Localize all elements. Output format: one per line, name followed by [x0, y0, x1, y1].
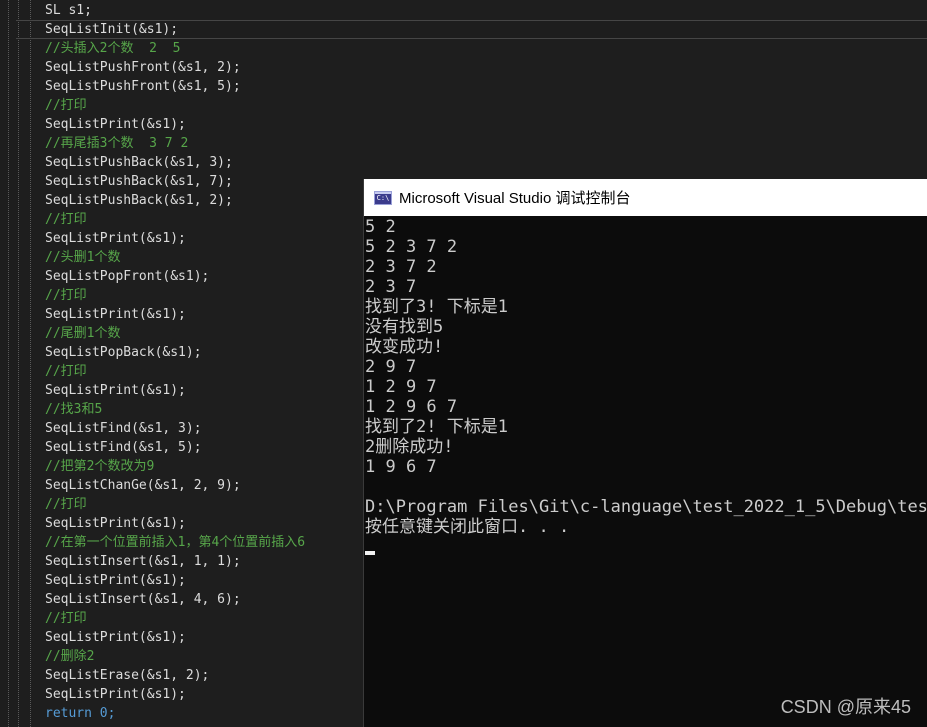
code-line[interactable]: SeqListErase(&s1, 2);: [36, 666, 209, 685]
indent-guide: [8, 0, 9, 727]
code-comment-line[interactable]: //删除2: [36, 647, 94, 666]
code-line[interactable]: SeqListInsert(&s1, 1, 1);: [36, 552, 241, 571]
code-comment-line[interactable]: //打印: [36, 495, 87, 514]
code-line[interactable]: SeqListPushBack(&s1, 3);: [36, 153, 233, 172]
code-comment-line[interactable]: //打印: [36, 210, 87, 229]
code-line[interactable]: return 0;: [36, 704, 115, 723]
console-output-line: 找到了2! 下标是1: [365, 417, 508, 437]
code-comment-line[interactable]: //打印: [36, 96, 87, 115]
console-output-line: 2 9 7: [365, 357, 417, 377]
code-line[interactable]: SeqListFind(&s1, 3);: [36, 419, 202, 438]
code-line[interactable]: SeqListFind(&s1, 5);: [36, 438, 202, 457]
console-output-line: 1 2 9 7: [365, 377, 437, 397]
indent-guide: [18, 0, 19, 727]
code-line[interactable]: SeqListPushFront(&s1, 5);: [36, 77, 241, 96]
editor-gutter: [0, 0, 36, 727]
code-comment-line[interactable]: //打印: [36, 609, 87, 628]
code-line[interactable]: SeqListPopFront(&s1);: [36, 267, 209, 286]
console-output-line: 2删除成功!: [365, 437, 454, 457]
console-output-line: 改变成功!: [365, 337, 444, 357]
console-output-line: 1 9 6 7: [365, 457, 437, 477]
console-output-line: 2 3 7: [365, 277, 417, 297]
console-output-line: 5 2: [365, 217, 396, 237]
code-line[interactable]: SeqListPrint(&s1);: [36, 229, 186, 248]
code-line[interactable]: SeqListPrint(&s1);: [36, 685, 186, 704]
code-comment-line[interactable]: //尾删1个数: [36, 324, 120, 343]
console-app-icon: C:\: [374, 190, 392, 205]
code-line[interactable]: SeqListInit(&s1);: [16, 20, 927, 39]
code-line[interactable]: SeqListChanGe(&s1, 2, 9);: [36, 476, 241, 495]
code-line[interactable]: SeqListPrint(&s1);: [36, 514, 186, 533]
console-output-line: 5 2 3 7 2: [365, 237, 458, 257]
code-line[interactable]: SeqListPushBack(&s1, 7);: [36, 172, 233, 191]
console-output-line: 2 3 7 2: [365, 257, 437, 277]
code-line[interactable]: SeqListPrint(&s1);: [36, 305, 186, 324]
code-comment-line[interactable]: //打印: [36, 362, 87, 381]
code-line[interactable]: SeqListPushBack(&s1, 2);: [36, 191, 233, 210]
code-line[interactable]: SeqListPrint(&s1);: [36, 115, 186, 134]
console-output-line: 没有找到5: [365, 317, 444, 337]
code-line[interactable]: SL s1;: [36, 1, 92, 20]
console-output[interactable]: 5 25 2 3 7 22 3 7 22 3 7 找到了3! 下标是1 没有找到5 改…: [364, 216, 927, 727]
code-line[interactable]: SeqListInsert(&s1, 4, 6);: [36, 590, 241, 609]
indent-guide: [30, 0, 31, 727]
console-title: Microsoft Visual Studio 调试控制台: [399, 190, 631, 207]
code-line[interactable]: SeqListPushFront(&s1, 2);: [36, 58, 241, 77]
debug-console-window[interactable]: C:\ Microsoft Visual Studio 调试控制台 5 25 2…: [363, 179, 927, 727]
code-comment-line[interactable]: //打印: [36, 286, 87, 305]
console-titlebar[interactable]: C:\ Microsoft Visual Studio 调试控制台: [364, 179, 927, 216]
code-comment-line[interactable]: //头删1个数: [36, 248, 120, 267]
console-output-line: D:\Program Files\Git\c-language\test_202…: [365, 497, 927, 517]
code-line[interactable]: SeqListPrint(&s1);: [36, 381, 186, 400]
code-comment-line[interactable]: //再尾插3个数 3 7 2: [36, 134, 188, 153]
code-comment-line[interactable]: //头插入2个数 2 5: [36, 39, 180, 58]
console-cursor: [365, 551, 375, 555]
code-comment-line[interactable]: //把第2个数改为9: [36, 457, 154, 476]
code-line[interactable]: SeqListPopBack(&s1);: [36, 343, 202, 362]
code-line[interactable]: SeqListPrint(&s1);: [36, 628, 186, 647]
code-comment-line[interactable]: //找3和5: [36, 400, 102, 419]
console-output-line: 按任意键关闭此窗口. . .: [365, 517, 570, 537]
screenshot-root: SL s1; SeqListInit(&s1);//头插入2个数 2 5 SeqLi…: [0, 0, 927, 727]
code-line[interactable]: SeqListPrint(&s1);: [36, 571, 186, 590]
code-comment-line[interactable]: //在第一个位置前插入1，第4个位置前插入6: [36, 533, 305, 552]
watermark: CSDN @原来45: [780, 697, 911, 717]
console-output-line: 找到了3! 下标是1: [365, 297, 508, 317]
console-output-line: 1 2 9 6 7: [365, 397, 458, 417]
